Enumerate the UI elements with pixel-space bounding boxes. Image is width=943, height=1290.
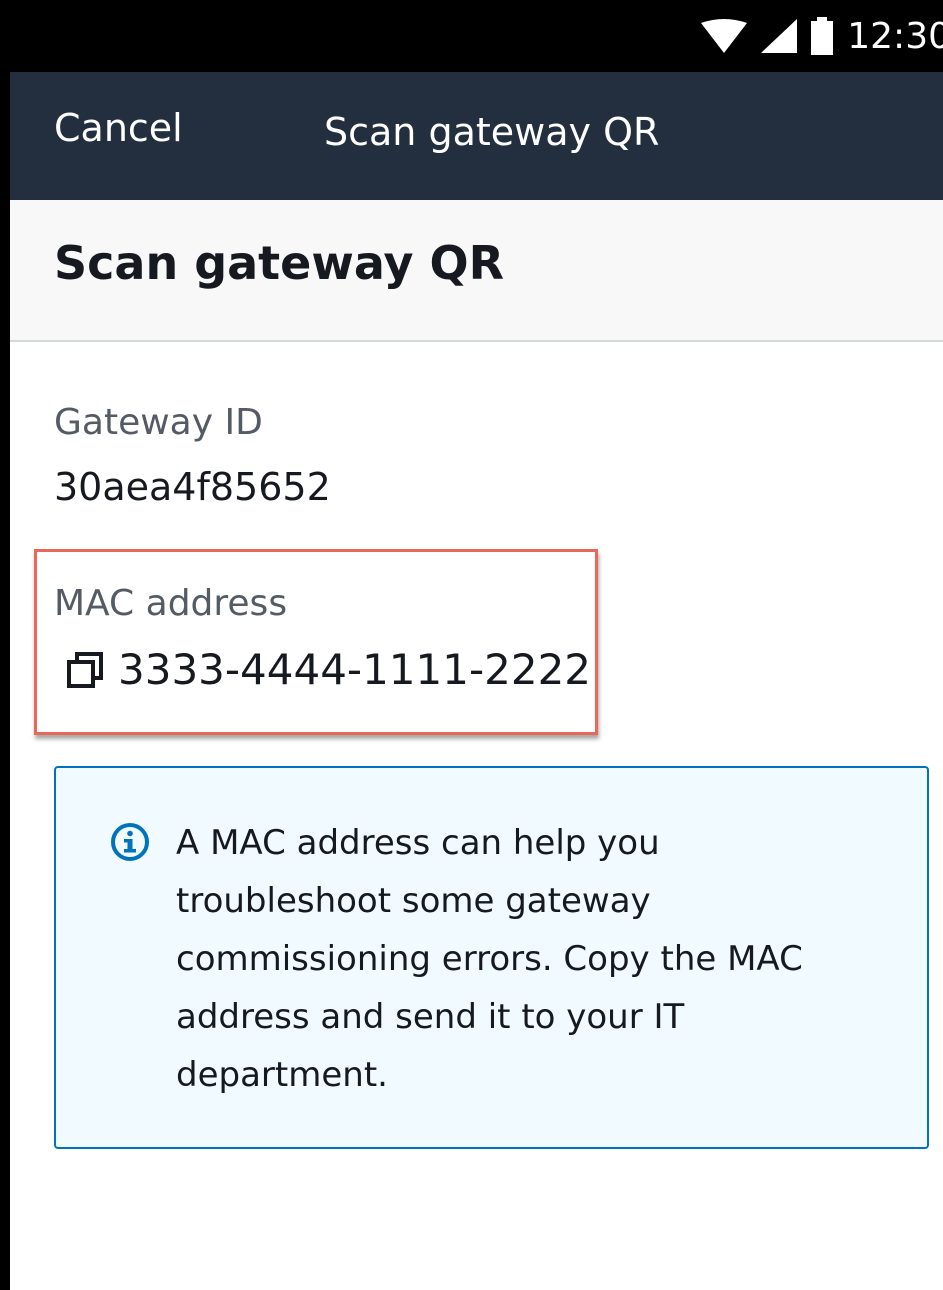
copy-icon[interactable] <box>66 651 104 689</box>
screen-edge <box>0 0 10 1290</box>
info-alert: A MAC address can help you troubleshoot … <box>54 766 929 1149</box>
signal-icon <box>761 19 798 53</box>
page-title: Scan gateway QR <box>54 236 505 290</box>
gateway-id-label: Gateway ID <box>54 402 263 443</box>
status-icons: 12:30 <box>701 0 943 72</box>
app-screen: 12:30 Cancel Scan gateway QR Scan gatewa… <box>0 0 943 1290</box>
status-bar: 12:30 <box>0 0 943 72</box>
mac-address-label: MAC address <box>54 583 288 624</box>
mac-address-row: 3333-4444-1111-2222 <box>66 645 591 694</box>
battery-icon <box>811 17 834 55</box>
page-header: Scan gateway QR <box>10 200 943 342</box>
nav-title: Scan gateway QR <box>324 110 660 154</box>
gateway-id-value: 30aea4f85652 <box>54 465 331 509</box>
wifi-icon <box>701 19 748 53</box>
mac-address-highlight <box>34 549 598 735</box>
mac-address-value: 3333-4444-1111-2222 <box>118 645 592 694</box>
cancel-button[interactable]: Cancel <box>54 106 183 150</box>
clock: 12:30 <box>847 15 943 57</box>
info-icon <box>111 823 149 861</box>
navigation-bar: Cancel Scan gateway QR <box>10 72 943 200</box>
info-alert-text: A MAC address can help you troubleshoot … <box>176 823 803 1095</box>
